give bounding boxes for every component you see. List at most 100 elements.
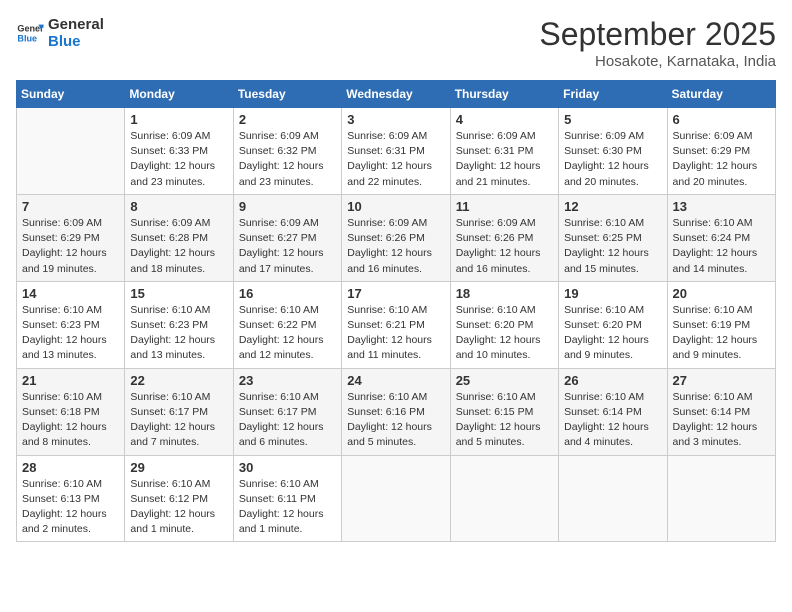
day-cell: 24 Sunrise: 6:10 AM Sunset: 6:16 PM Dayli…	[342, 368, 450, 455]
day-number: 9	[239, 199, 336, 214]
day-info: Sunrise: 6:10 AM Sunset: 6:19 PM Dayligh…	[673, 303, 770, 364]
day-info: Sunrise: 6:10 AM Sunset: 6:23 PM Dayligh…	[22, 303, 119, 364]
day-cell: 22Sunrise: 6:10 AM Sunset: 6:17 PM Dayli…	[125, 368, 233, 455]
day-info: Sunrise: 6:10 AM Sunset: 6:12 PM Dayligh…	[130, 477, 227, 538]
day-info: Sunrise: 6:09 AM Sunset: 6:27 PM Dayligh…	[239, 216, 336, 277]
day-number: 4	[456, 112, 553, 127]
day-info: Sunrise: 6:10 AM Sunset: 6:15 PM Dayligh…	[456, 390, 553, 451]
day-number: 17	[347, 286, 444, 301]
day-info: Sunrise: 6:10 AM Sunset: 6:24 PM Dayligh…	[673, 216, 770, 277]
day-cell: 20 Sunrise: 6:10 AM Sunset: 6:19 PM Dayli…	[667, 281, 775, 368]
logo: General Blue General Blue	[16, 16, 104, 51]
day-info: Sunrise: 6:09 AM Sunset: 6:31 PM Dayligh…	[347, 129, 444, 190]
page-header: General Blue General Blue September 2025…	[16, 16, 776, 70]
day-number: 1	[130, 112, 227, 127]
day-cell	[450, 455, 558, 542]
week-row-2: 7 Sunrise: 6:09 AM Sunset: 6:29 PM Daylig…	[17, 194, 776, 281]
day-cell: 28 Sunrise: 6:10 AM Sunset: 6:13 PM Dayli…	[17, 455, 125, 542]
day-cell: 14 Sunrise: 6:10 AM Sunset: 6:23 PM Dayli…	[17, 281, 125, 368]
day-info: Sunrise: 6:10 AM Sunset: 6:13 PM Dayligh…	[22, 477, 119, 538]
day-cell: 23Sunrise: 6:10 AM Sunset: 6:17 PM Dayli…	[233, 368, 341, 455]
day-number: 18	[456, 286, 553, 301]
day-cell: 3 Sunrise: 6:09 AM Sunset: 6:31 PM Daylig…	[342, 108, 450, 195]
day-number: 26	[564, 373, 661, 388]
day-number: 11	[456, 199, 553, 214]
day-info: Sunrise: 6:10 AM Sunset: 6:18 PM Dayligh…	[22, 390, 119, 451]
day-number: 6	[673, 112, 770, 127]
header-day-friday: Friday	[559, 81, 667, 108]
day-cell: 1Sunrise: 6:09 AM Sunset: 6:33 PM Daylig…	[125, 108, 233, 195]
day-cell: 13Sunrise: 6:10 AM Sunset: 6:24 PM Dayli…	[667, 194, 775, 281]
day-cell: 6 Sunrise: 6:09 AM Sunset: 6:29 PM Daylig…	[667, 108, 775, 195]
day-cell: 16Sunrise: 6:10 AM Sunset: 6:22 PM Dayli…	[233, 281, 341, 368]
day-info: Sunrise: 6:09 AM Sunset: 6:26 PM Dayligh…	[347, 216, 444, 277]
header-row: SundayMondayTuesdayWednesdayThursdayFrid…	[17, 81, 776, 108]
day-number: 16	[239, 286, 336, 301]
day-cell	[559, 455, 667, 542]
day-cell: 17 Sunrise: 6:10 AM Sunset: 6:21 PM Dayli…	[342, 281, 450, 368]
day-number: 27	[673, 373, 770, 388]
header-day-thursday: Thursday	[450, 81, 558, 108]
day-info: Sunrise: 6:10 AM Sunset: 6:21 PM Dayligh…	[347, 303, 444, 364]
day-number: 20	[673, 286, 770, 301]
day-cell: 29 Sunrise: 6:10 AM Sunset: 6:12 PM Dayli…	[125, 455, 233, 542]
day-number: 14	[22, 286, 119, 301]
month-title: September 2025	[539, 16, 776, 53]
calendar-body: 1Sunrise: 6:09 AM Sunset: 6:33 PM Daylig…	[17, 108, 776, 542]
day-info: Sunrise: 6:09 AM Sunset: 6:28 PM Dayligh…	[130, 216, 227, 277]
header-day-tuesday: Tuesday	[233, 81, 341, 108]
header-day-monday: Monday	[125, 81, 233, 108]
calendar-table: SundayMondayTuesdayWednesdayThursdayFrid…	[16, 80, 776, 542]
day-info: Sunrise: 6:10 AM Sunset: 6:20 PM Dayligh…	[456, 303, 553, 364]
day-cell: 11Sunrise: 6:09 AM Sunset: 6:26 PM Dayli…	[450, 194, 558, 281]
day-cell: 8 Sunrise: 6:09 AM Sunset: 6:28 PM Daylig…	[125, 194, 233, 281]
day-cell: 9 Sunrise: 6:09 AM Sunset: 6:27 PM Daylig…	[233, 194, 341, 281]
day-cell: 27 Sunrise: 6:10 AM Sunset: 6:14 PM Dayli…	[667, 368, 775, 455]
day-cell: 2Sunrise: 6:09 AM Sunset: 6:32 PM Daylig…	[233, 108, 341, 195]
day-number: 15	[130, 286, 227, 301]
day-number: 7	[22, 199, 119, 214]
day-number: 22	[130, 373, 227, 388]
day-info: Sunrise: 6:09 AM Sunset: 6:32 PM Dayligh…	[239, 129, 336, 190]
day-info: Sunrise: 6:10 AM Sunset: 6:20 PM Dayligh…	[564, 303, 661, 364]
day-cell: 5Sunrise: 6:09 AM Sunset: 6:30 PM Daylig…	[559, 108, 667, 195]
day-cell	[17, 108, 125, 195]
day-cell: 12 Sunrise: 6:10 AM Sunset: 6:25 PM Dayli…	[559, 194, 667, 281]
day-info: Sunrise: 6:10 AM Sunset: 6:11 PM Dayligh…	[239, 477, 336, 538]
day-cell: 4 Sunrise: 6:09 AM Sunset: 6:31 PM Daylig…	[450, 108, 558, 195]
logo-line1: General	[48, 16, 104, 33]
day-number: 28	[22, 460, 119, 475]
day-number: 21	[22, 373, 119, 388]
day-info: Sunrise: 6:10 AM Sunset: 6:25 PM Dayligh…	[564, 216, 661, 277]
day-cell: 25 Sunrise: 6:10 AM Sunset: 6:15 PM Dayli…	[450, 368, 558, 455]
day-info: Sunrise: 6:10 AM Sunset: 6:14 PM Dayligh…	[564, 390, 661, 451]
header-day-wednesday: Wednesday	[342, 81, 450, 108]
day-cell: 30Sunrise: 6:10 AM Sunset: 6:11 PM Dayli…	[233, 455, 341, 542]
svg-text:Blue: Blue	[17, 34, 37, 44]
day-info: Sunrise: 6:09 AM Sunset: 6:29 PM Dayligh…	[673, 129, 770, 190]
day-cell: 7 Sunrise: 6:09 AM Sunset: 6:29 PM Daylig…	[17, 194, 125, 281]
day-number: 3	[347, 112, 444, 127]
day-number: 24	[347, 373, 444, 388]
day-cell: 19Sunrise: 6:10 AM Sunset: 6:20 PM Dayli…	[559, 281, 667, 368]
day-cell	[342, 455, 450, 542]
day-number: 12	[564, 199, 661, 214]
week-row-5: 28 Sunrise: 6:10 AM Sunset: 6:13 PM Dayli…	[17, 455, 776, 542]
day-info: Sunrise: 6:09 AM Sunset: 6:31 PM Dayligh…	[456, 129, 553, 190]
day-number: 29	[130, 460, 227, 475]
day-cell: 15Sunrise: 6:10 AM Sunset: 6:23 PM Dayli…	[125, 281, 233, 368]
day-info: Sunrise: 6:10 AM Sunset: 6:17 PM Dayligh…	[239, 390, 336, 451]
day-number: 8	[130, 199, 227, 214]
day-cell: 21 Sunrise: 6:10 AM Sunset: 6:18 PM Dayli…	[17, 368, 125, 455]
day-cell: 18 Sunrise: 6:10 AM Sunset: 6:20 PM Dayli…	[450, 281, 558, 368]
day-number: 25	[456, 373, 553, 388]
day-info: Sunrise: 6:09 AM Sunset: 6:30 PM Dayligh…	[564, 129, 661, 190]
week-row-4: 21 Sunrise: 6:10 AM Sunset: 6:18 PM Dayli…	[17, 368, 776, 455]
day-info: Sunrise: 6:10 AM Sunset: 6:14 PM Dayligh…	[673, 390, 770, 451]
day-info: Sunrise: 6:09 AM Sunset: 6:29 PM Dayligh…	[22, 216, 119, 277]
logo-icon: General Blue	[16, 19, 44, 47]
title-block: September 2025 Hosakote, Karnataka, Indi…	[539, 16, 776, 70]
day-info: Sunrise: 6:10 AM Sunset: 6:16 PM Dayligh…	[347, 390, 444, 451]
day-cell: 26 Sunrise: 6:10 AM Sunset: 6:14 PM Dayli…	[559, 368, 667, 455]
header-day-saturday: Saturday	[667, 81, 775, 108]
